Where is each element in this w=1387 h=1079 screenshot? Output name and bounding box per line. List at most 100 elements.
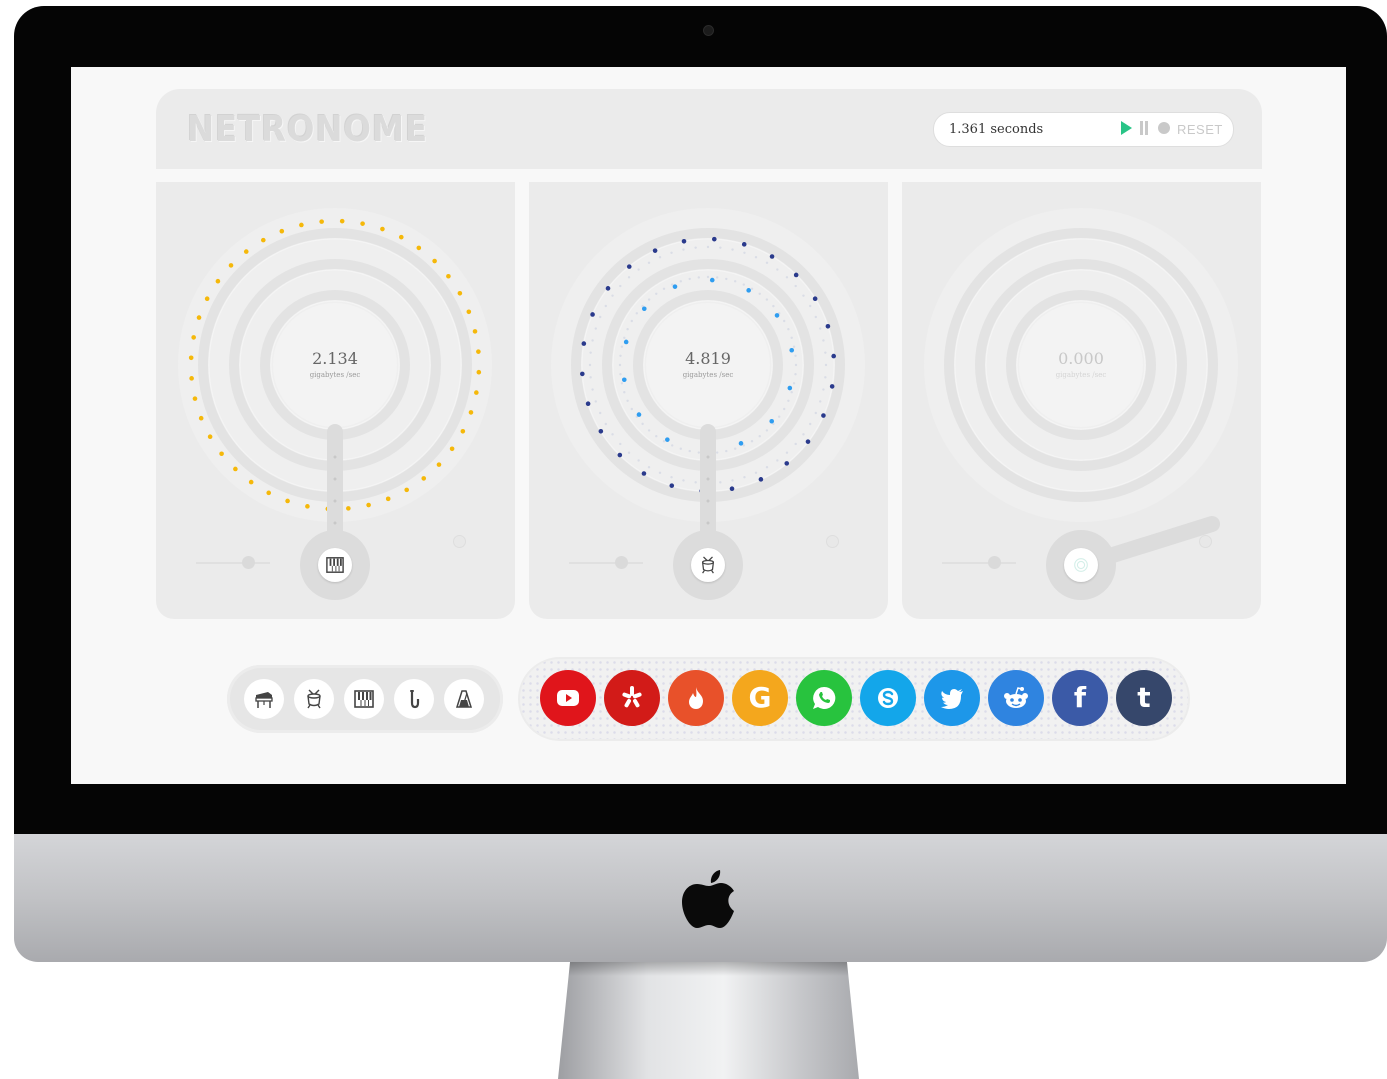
instrument-knob[interactable] bbox=[1053, 537, 1109, 593]
instrument-picker bbox=[227, 665, 503, 733]
texture-dot bbox=[589, 351, 592, 354]
drum-icon bbox=[701, 556, 715, 574]
texture-dot bbox=[787, 399, 790, 402]
texture-dot bbox=[611, 433, 614, 436]
keyboard-icon bbox=[354, 690, 374, 708]
volume-slider-track[interactable] bbox=[196, 562, 270, 564]
volume-slider-thumb[interactable] bbox=[242, 556, 255, 569]
texture-dot bbox=[623, 390, 626, 394]
mute-toggle[interactable] bbox=[826, 535, 839, 548]
share-facebook-button[interactable]: f bbox=[1052, 670, 1108, 726]
share-tinder-button[interactable] bbox=[668, 670, 724, 726]
instrument-piano-button[interactable] bbox=[244, 679, 284, 719]
beat-dot bbox=[285, 498, 290, 504]
beat-dot bbox=[681, 239, 687, 244]
pause-icon[interactable] bbox=[1140, 121, 1148, 135]
instrument-metronome-button[interactable] bbox=[444, 679, 484, 719]
beat-dot bbox=[196, 315, 202, 320]
beat-dot bbox=[711, 236, 717, 242]
mute-toggle[interactable] bbox=[1199, 535, 1212, 548]
timer-value: 1.361 seconds bbox=[949, 122, 1044, 137]
beat-dot bbox=[769, 418, 775, 424]
beat-dot bbox=[636, 412, 642, 417]
texture-dot bbox=[655, 434, 658, 438]
texture-dot bbox=[658, 256, 662, 259]
mute-toggle[interactable] bbox=[453, 535, 466, 548]
instrument-saxophone-button[interactable] bbox=[394, 679, 434, 719]
beat-dot bbox=[805, 439, 811, 444]
texture-dot bbox=[620, 382, 624, 385]
beat-dot bbox=[598, 429, 604, 434]
throughput-value: 0.000 bbox=[1058, 349, 1104, 368]
texture-dot bbox=[620, 345, 624, 348]
texture-dot bbox=[792, 382, 796, 385]
volume-slider-thumb[interactable] bbox=[615, 556, 628, 569]
monitor-stand bbox=[558, 962, 859, 1079]
instrument-knob[interactable] bbox=[307, 537, 363, 593]
texture-dot bbox=[637, 268, 640, 271]
volume-slider-track[interactable] bbox=[942, 562, 1016, 564]
texture-dot bbox=[765, 261, 769, 265]
beat-dot bbox=[623, 339, 629, 345]
texture-dot bbox=[814, 411, 817, 415]
texture-dot bbox=[637, 459, 640, 462]
texture-dot bbox=[754, 256, 758, 259]
texture-dot bbox=[783, 319, 786, 323]
texture-dot bbox=[623, 336, 626, 340]
beat-dot bbox=[198, 415, 204, 421]
beat-dot bbox=[738, 441, 744, 446]
texture-dot bbox=[647, 298, 651, 301]
share-youtube-button[interactable] bbox=[540, 670, 596, 726]
drum-icon bbox=[307, 689, 321, 709]
beat-dot bbox=[476, 349, 481, 354]
beat-dot bbox=[398, 234, 404, 240]
texture-dot bbox=[819, 327, 822, 330]
texture-dot bbox=[758, 292, 761, 296]
volume-slider-thumb[interactable] bbox=[988, 556, 1001, 569]
beat-dot bbox=[432, 258, 437, 264]
beat-dot bbox=[243, 249, 249, 254]
reddit-icon bbox=[1004, 687, 1028, 708]
beat-dot bbox=[825, 323, 831, 329]
beat-dot bbox=[474, 390, 479, 395]
stop-icon[interactable] bbox=[1158, 122, 1170, 134]
beat-dot bbox=[466, 309, 472, 315]
texture-dot bbox=[743, 251, 746, 254]
texture-dot bbox=[765, 298, 769, 301]
share-reddit-button[interactable] bbox=[988, 670, 1044, 726]
texture-dot bbox=[604, 304, 608, 308]
instrument-knob[interactable] bbox=[680, 537, 736, 593]
beat-dot bbox=[460, 428, 466, 434]
share-tumblr-button[interactable]: t bbox=[1116, 670, 1172, 726]
texture-dot bbox=[589, 376, 592, 379]
share-twitter-button[interactable] bbox=[924, 670, 980, 726]
instrument-keyboard-button[interactable] bbox=[344, 679, 384, 719]
texture-dot bbox=[626, 399, 629, 402]
beat-dot bbox=[446, 273, 451, 279]
texture-dot bbox=[688, 277, 691, 281]
throughput-unit: gigabytes /sec bbox=[309, 371, 361, 379]
texture-dot bbox=[655, 292, 658, 296]
texture-dot bbox=[785, 451, 789, 454]
google-icon: G bbox=[748, 681, 772, 714]
share-whatsapp-button[interactable] bbox=[796, 670, 852, 726]
share-yelp-button[interactable] bbox=[604, 670, 660, 726]
beat-dot bbox=[339, 218, 345, 224]
instrument-drum-button[interactable] bbox=[294, 679, 334, 719]
texture-dot bbox=[619, 354, 622, 358]
texture-dot bbox=[682, 479, 685, 482]
beat-dot bbox=[831, 353, 836, 359]
share-skype-button[interactable] bbox=[860, 670, 916, 726]
texture-dot bbox=[772, 304, 775, 308]
volume-slider-track[interactable] bbox=[569, 562, 643, 564]
texture-dot bbox=[790, 390, 793, 394]
share-google-button[interactable]: G bbox=[732, 670, 788, 726]
texture-dot bbox=[619, 284, 622, 288]
texture-dot bbox=[604, 422, 608, 426]
beat-dot bbox=[580, 371, 585, 377]
beat-dot bbox=[476, 369, 482, 375]
play-icon[interactable] bbox=[1121, 121, 1132, 135]
beat-dot bbox=[305, 504, 310, 509]
texture-dot bbox=[814, 315, 817, 319]
reset-button[interactable]: RESET bbox=[1177, 122, 1223, 137]
